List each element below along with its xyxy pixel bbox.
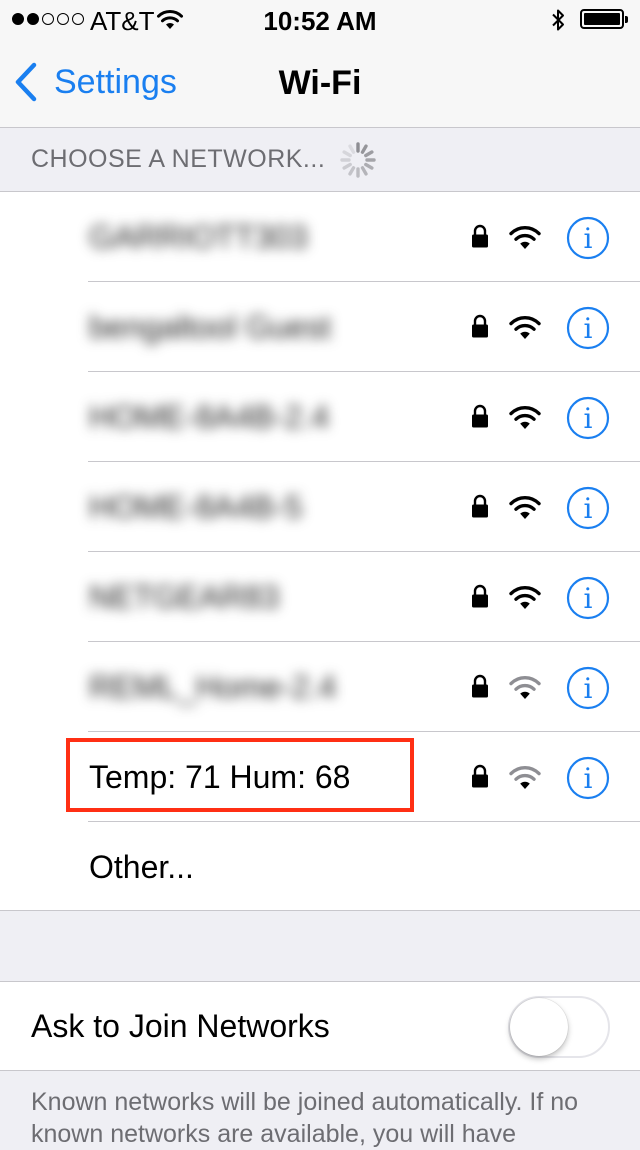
network-row[interactable]: Temp: 71 Hum: 68 i <box>0 732 640 822</box>
network-row[interactable]: HOME-8A4B-2.4 i <box>0 372 640 462</box>
info-icon[interactable]: i <box>566 306 610 350</box>
network-name: Temp: 71 Hum: 68 <box>89 759 351 795</box>
wifi-icon <box>509 676 541 699</box>
bluetooth-icon <box>552 9 564 31</box>
svg-text:i: i <box>584 582 593 615</box>
network-name: NETGEAR83 <box>89 579 280 615</box>
lock-icon <box>472 494 488 518</box>
section-header: CHOOSE A NETWORK... <box>0 128 640 191</box>
section-header-label: CHOOSE A NETWORK... <box>31 145 326 173</box>
other-network-label: Other... <box>89 849 194 885</box>
network-name: HOME-8A4B-2.4 <box>89 399 330 435</box>
lock-icon <box>472 224 488 248</box>
battery-icon <box>580 9 628 29</box>
network-row[interactable]: HOME-8A4B-5 i <box>0 462 640 552</box>
wifi-icon <box>509 586 541 609</box>
info-icon[interactable]: i <box>566 756 610 800</box>
svg-text:i: i <box>584 492 593 525</box>
network-name: GARRIOTT303 <box>89 219 308 255</box>
svg-text:i: i <box>584 312 593 345</box>
network-name: REML_Home-2.4 <box>89 669 337 705</box>
wifi-icon <box>509 766 541 789</box>
navigation-bar: Settings Wi-Fi <box>0 40 640 128</box>
ask-to-join-row: Ask to Join Networks <box>0 981 640 1071</box>
ask-to-join-label: Ask to Join Networks <box>31 1008 330 1044</box>
network-row[interactable]: bengaltool Guest i <box>0 282 640 372</box>
info-icon[interactable]: i <box>566 486 610 530</box>
footer-note: Known networks will be joined automatica… <box>31 1088 579 1148</box>
info-icon[interactable]: i <box>566 666 610 710</box>
status-bar: AT&T 10:52 AM <box>0 0 640 40</box>
spinner-icon <box>340 141 376 178</box>
lock-icon <box>472 764 488 788</box>
wifi-icon <box>509 406 541 429</box>
lock-icon <box>472 314 488 338</box>
wifi-icon <box>509 496 541 519</box>
network-name: HOME-8A4B-5 <box>89 489 303 525</box>
clock: 10:52 AM <box>263 6 377 36</box>
lock-icon <box>472 674 488 698</box>
svg-text:i: i <box>584 402 593 435</box>
lock-icon <box>472 584 488 608</box>
ask-to-join-toggle[interactable] <box>508 996 610 1058</box>
svg-text:i: i <box>584 672 593 705</box>
svg-text:i: i <box>584 222 593 255</box>
toggle-knob <box>510 998 568 1056</box>
network-row[interactable]: GARRIOTT303 i <box>0 192 640 282</box>
info-icon[interactable]: i <box>566 576 610 620</box>
info-icon[interactable]: i <box>566 216 610 260</box>
network-list: GARRIOTT303 i bengaltool Guest i HOME-8A4B-2… <box>0 191 640 911</box>
network-row[interactable]: REML_Home-2.4 i <box>0 642 640 732</box>
network-name: bengaltool Guest <box>89 309 331 345</box>
info-icon[interactable]: i <box>566 396 610 440</box>
other-network-row[interactable]: Other... <box>0 822 640 912</box>
page-title: Wi-Fi <box>278 64 362 102</box>
wifi-icon <box>509 316 541 339</box>
wifi-icon <box>509 226 541 249</box>
svg-text:i: i <box>584 762 593 795</box>
lock-icon <box>472 404 488 428</box>
network-row[interactable]: NETGEAR83 i <box>0 552 640 642</box>
